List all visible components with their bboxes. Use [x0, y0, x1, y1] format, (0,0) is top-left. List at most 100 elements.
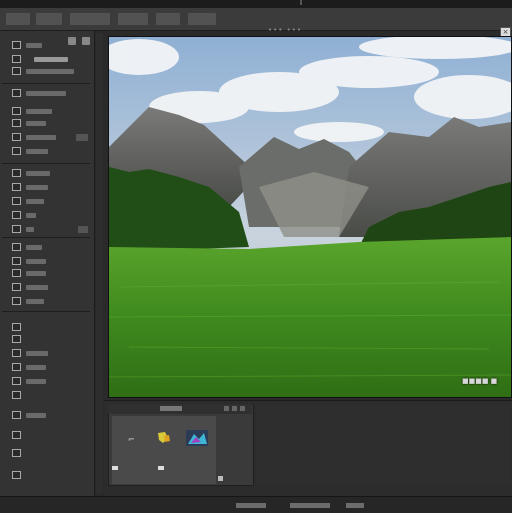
menu-item-image[interactable] [70, 13, 110, 25]
menu-item-filter[interactable] [188, 13, 216, 25]
text-icon [12, 107, 21, 115]
move-icon [12, 243, 21, 251]
layers-icon [12, 41, 21, 49]
menu-item-edit[interactable] [36, 13, 62, 25]
layer-delete-icon[interactable] [218, 476, 223, 481]
marquee-icon [12, 257, 21, 265]
tool-row[interactable] [8, 391, 92, 401]
thumbnail-image [154, 430, 174, 446]
tool-row[interactable] [8, 169, 92, 179]
tool-label [26, 259, 46, 264]
tool-options-panel [0, 31, 95, 496]
layer-thumbnail[interactable] [154, 430, 174, 446]
tool-row[interactable] [8, 449, 92, 459]
tool-label [26, 185, 48, 190]
layer-type-icon: ⌐ [128, 435, 135, 444]
layers-list[interactable] [112, 416, 216, 484]
tool-row[interactable] [8, 323, 92, 333]
tool-label [26, 213, 36, 218]
tab-option-icon[interactable] [224, 406, 229, 411]
tool-row[interactable] [8, 67, 92, 77]
tool-label [26, 43, 42, 48]
tool-row[interactable] [8, 197, 92, 207]
menu-bar [0, 8, 512, 31]
menu-item-layer[interactable] [118, 13, 148, 25]
eye-icon [12, 55, 21, 63]
tool-value[interactable] [78, 226, 88, 233]
tool-row[interactable] [8, 41, 92, 51]
tool-row[interactable] [8, 211, 92, 221]
tool-row[interactable] [8, 297, 92, 307]
panel-divider [2, 163, 90, 164]
zoom-icon [12, 197, 21, 205]
tool-row[interactable] [8, 89, 92, 99]
tool-label [26, 227, 34, 232]
tool-row[interactable] [8, 431, 92, 441]
landscape-photo [109, 37, 511, 397]
panel-divider [2, 83, 90, 84]
tool-row[interactable] [8, 107, 92, 117]
tool-label [26, 351, 48, 356]
tool-row[interactable] [8, 257, 92, 267]
tool-row[interactable] [8, 147, 92, 157]
tool-label [34, 57, 68, 62]
tool-row[interactable] [8, 55, 92, 65]
color-swatch-icon [12, 411, 21, 419]
layer-thumbnail[interactable] [186, 430, 208, 446]
tool-label [26, 245, 42, 250]
tool-label [26, 199, 44, 204]
tool-label [26, 365, 46, 370]
tool-row[interactable] [8, 283, 92, 293]
tool-row[interactable] [8, 225, 92, 235]
layers-tab[interactable] [160, 406, 182, 411]
shape-icon [12, 119, 21, 127]
tool-label [26, 413, 46, 418]
tool-label [26, 135, 56, 140]
panel-divider [2, 237, 90, 238]
sponge-icon [12, 349, 21, 357]
tool-row[interactable] [8, 377, 92, 387]
tool-value[interactable] [76, 134, 88, 141]
tool-row[interactable] [8, 119, 92, 129]
wand-icon [12, 269, 21, 277]
tab-option-icon[interactable] [240, 406, 245, 411]
note-icon [12, 377, 21, 385]
tool-label [26, 285, 48, 290]
tool-label [26, 171, 50, 176]
tool-row[interactable] [8, 183, 92, 193]
tab-option-icon[interactable] [232, 406, 237, 411]
status-field [346, 503, 364, 508]
tool-row[interactable] [8, 363, 92, 373]
hand-icon [12, 183, 21, 191]
brush-icon [12, 67, 21, 75]
pen-icon [12, 297, 21, 305]
tool-row[interactable] [8, 349, 92, 359]
zoom-readout: ■■■■ ■ [462, 377, 498, 385]
screen-mode-icon [12, 449, 21, 457]
layer-link-icon[interactable] [112, 466, 118, 470]
document-canvas[interactable] [108, 36, 512, 398]
tool-label [26, 271, 46, 276]
tool-row[interactable] [8, 411, 92, 421]
tool-row[interactable] [8, 471, 92, 481]
panel-divider [2, 311, 90, 312]
extras-icon [12, 471, 21, 479]
menu-item-file[interactable] [6, 13, 30, 25]
lasso-icon [12, 211, 21, 219]
mask-icon [12, 431, 21, 439]
tool-row[interactable] [8, 133, 92, 143]
tool-label [26, 379, 46, 384]
status-field [290, 503, 330, 508]
panel-scrollbar[interactable] [96, 33, 103, 493]
dodge-icon [12, 335, 21, 343]
menu-item-select[interactable] [156, 13, 180, 25]
ruler-icon [12, 391, 21, 399]
path-icon [12, 363, 21, 371]
document-title: ••• ••• [268, 26, 302, 34]
tool-row[interactable] [8, 269, 92, 279]
tool-label [26, 69, 74, 74]
tool-label [26, 121, 46, 126]
tool-row[interactable] [8, 243, 92, 253]
layer-fx-icon[interactable] [158, 466, 164, 470]
tool-row[interactable] [8, 335, 92, 345]
